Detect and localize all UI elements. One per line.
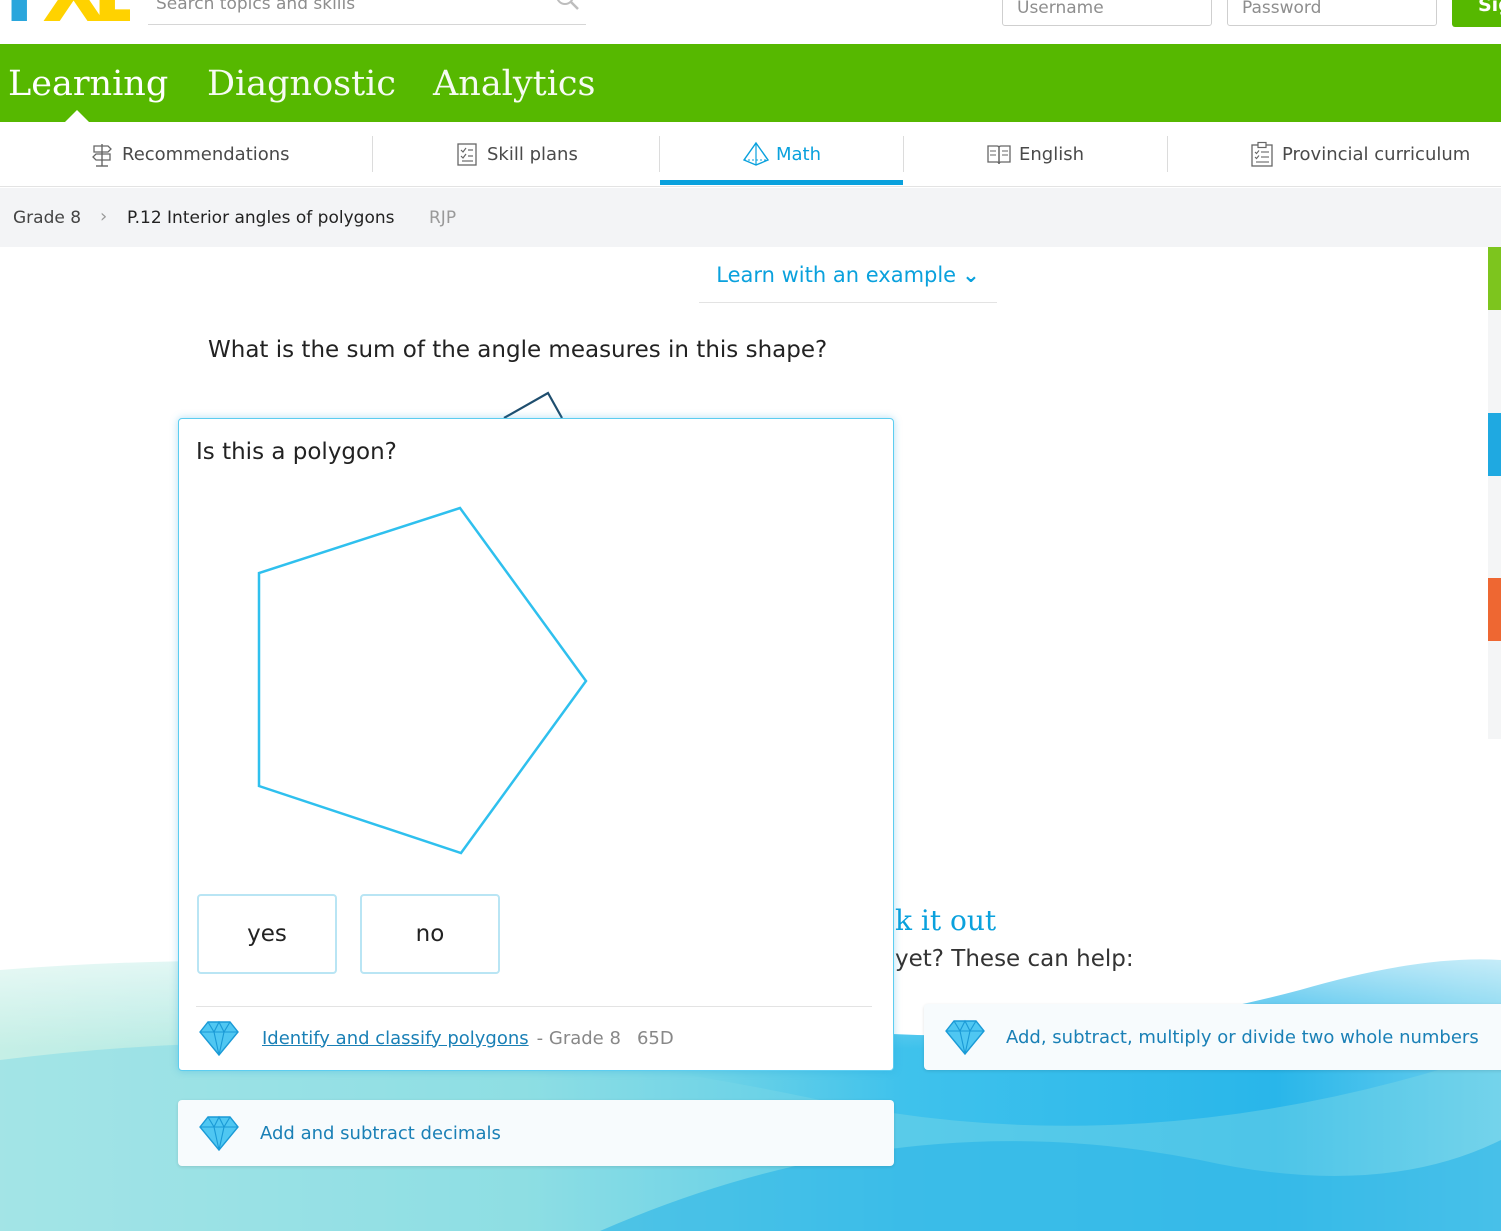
subnav-item-math[interactable]: Math [742, 122, 821, 186]
answer-no-button[interactable]: no [360, 894, 500, 974]
subnav-divider [659, 136, 660, 172]
help-skill-label: Add, subtract, multiply or divide two wh… [1006, 1026, 1479, 1048]
search-bar [148, 0, 586, 25]
pyramid-icon [742, 141, 770, 166]
tab-diagnostic[interactable]: Diagnostic [207, 64, 396, 104]
chevron-down-icon: ⌄ [962, 263, 980, 287]
breadcrumb-grade[interactable]: Grade 8 [13, 208, 81, 228]
related-skill-link[interactable]: Identify and classify polygons [262, 1028, 529, 1049]
popup-divider [196, 1006, 872, 1007]
side-strip-grey [1488, 641, 1501, 739]
side-strip-grey [1488, 310, 1501, 413]
side-strip-green [1488, 247, 1501, 310]
active-subnav-underline [660, 180, 903, 185]
diamond-icon [199, 1115, 239, 1152]
username-field [1002, 0, 1212, 26]
subnav-item-recommendations[interactable]: Recommendations [88, 122, 290, 186]
magnifier-icon[interactable] [554, 0, 580, 12]
diamond-icon [199, 1020, 239, 1057]
password-input[interactable] [1228, 0, 1436, 25]
clipboard-icon [1251, 141, 1273, 167]
question-text: What is the sum of the angle measures in… [208, 337, 828, 363]
sub-nav: Recommendations Skill plans Math English… [0, 122, 1501, 187]
subnav-label-provincial-curriculum: Provincial curriculum [1282, 143, 1471, 165]
subnav-label-english: English [1019, 143, 1084, 165]
active-tab-caret [65, 110, 89, 122]
subnav-divider [903, 136, 904, 172]
subnav-label-skill-plans: Skill plans [487, 143, 578, 165]
logo-letter-x: X [42, 0, 105, 26]
checklist-icon [457, 143, 477, 166]
username-input[interactable] [1003, 0, 1211, 25]
subnav-divider [372, 136, 373, 172]
pentagon-figure [257, 506, 588, 855]
logo-letter-l: L [92, 0, 130, 26]
top-header: I X L Sig [0, 0, 1501, 44]
sign-in-button[interactable]: Sig [1452, 0, 1501, 27]
breadcrumb-skill-code: RJP [429, 208, 457, 228]
answer-yes-button[interactable]: yes [197, 894, 337, 974]
subnav-item-provincial-curriculum[interactable]: Provincial curriculum [1248, 122, 1470, 186]
ixl-logo[interactable]: I X L [0, 0, 130, 26]
subnav-item-skill-plans[interactable]: Skill plans [453, 122, 578, 186]
breadcrumb-chevron-icon: › [100, 206, 108, 227]
related-skill-grade: - Grade 8 [536, 1027, 621, 1049]
help-skill-card[interactable]: Add, subtract, multiply or divide two wh… [924, 1004, 1501, 1070]
tab-learning[interactable]: Learning [8, 64, 168, 104]
side-strip-blue [1488, 413, 1501, 476]
help-skill-card[interactable]: Add and subtract decimals [178, 1100, 894, 1166]
subnav-item-english[interactable]: English [985, 122, 1084, 186]
signpost-icon [92, 144, 112, 167]
stuck-heading: k it out [895, 904, 997, 937]
logo-letter-i: I [4, 0, 34, 26]
related-skill: Identify and classify polygons - Grade 8… [196, 1016, 674, 1060]
breadcrumb: Grade 8 › P.12 Interior angles of polygo… [0, 188, 1501, 247]
popup-question: Is this a polygon? [196, 439, 397, 465]
side-strip-orange [1488, 578, 1501, 641]
learn-with-example-label: Learn with an example [716, 263, 957, 287]
help-skill-label: Add and subtract decimals [260, 1122, 501, 1144]
password-field [1227, 0, 1437, 26]
related-skill-code: 65D [636, 1027, 674, 1049]
diamond-icon [945, 1019, 985, 1056]
side-strip-grey [1488, 476, 1501, 578]
search-input[interactable] [156, 0, 546, 18]
breadcrumb-skill: P.12 Interior angles of polygons [127, 208, 395, 228]
subnav-label-math: Math [776, 143, 822, 165]
main-nav: Learning Diagnostic Analytics [0, 44, 1501, 122]
polygon-popup: Is this a polygon? yes no Identify and c… [178, 418, 894, 1071]
subnav-label-recommendations: Recommendations [122, 143, 290, 165]
book-icon [987, 145, 1011, 165]
stuck-subheading: yet? These can help: [895, 946, 1134, 972]
learn-with-example-toggle[interactable]: Learn with an example ⌄ [699, 248, 997, 303]
tab-analytics[interactable]: Analytics [433, 64, 595, 104]
subnav-divider [1167, 136, 1168, 172]
